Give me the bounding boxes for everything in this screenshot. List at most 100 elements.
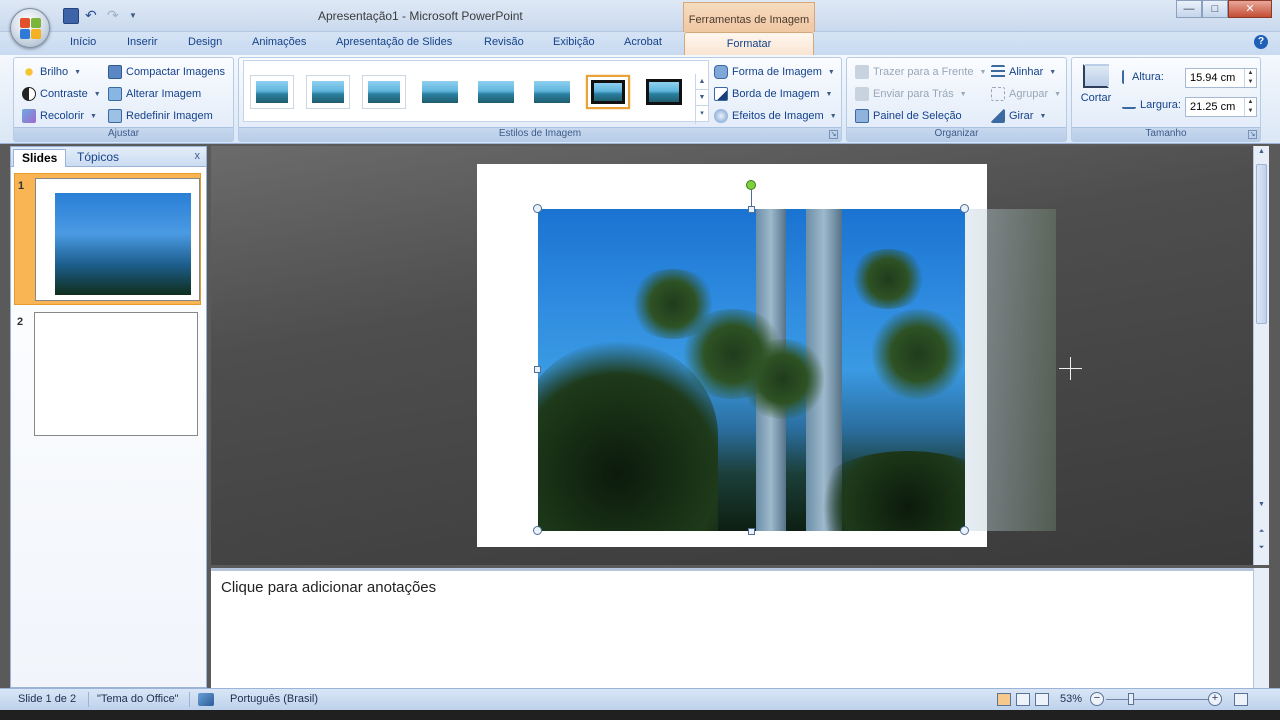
maximize-button[interactable]: □ bbox=[1202, 0, 1228, 18]
resize-handle-b[interactable] bbox=[748, 528, 755, 535]
borda-label: Borda de Imagem bbox=[732, 88, 820, 100]
picture-tools-context-title: Ferramentas de Imagem bbox=[683, 2, 815, 32]
tab-design[interactable]: Design bbox=[188, 36, 222, 48]
crop-icon bbox=[1083, 64, 1109, 88]
enviar-para-tras-button[interactable]: Enviar para Trás ▼ bbox=[855, 87, 967, 101]
language-indicator[interactable]: Português (Brasil) bbox=[230, 693, 318, 705]
slideshow-view-icon[interactable] bbox=[1035, 693, 1049, 706]
trazer-para-frente-button[interactable]: Trazer para a Frente ▼ bbox=[855, 65, 986, 79]
tab-inserir[interactable]: Inserir bbox=[127, 36, 158, 48]
zoom-slider[interactable] bbox=[1106, 699, 1212, 700]
tab-exibicao[interactable]: Exibição bbox=[553, 36, 595, 48]
forma-de-imagem-button[interactable]: Forma de Imagem ▼ bbox=[714, 65, 835, 79]
rotate-handle[interactable] bbox=[746, 180, 756, 190]
altura-input[interactable]: 15.94 cm ▲ ▼ bbox=[1185, 68, 1257, 88]
minimize-button[interactable]: — bbox=[1176, 0, 1202, 18]
resize-handle-br[interactable] bbox=[960, 526, 969, 535]
customize-qat-icon[interactable]: ▼ bbox=[129, 8, 145, 24]
slide-thumbnail-1-selected[interactable]: 1 bbox=[14, 173, 201, 305]
zoom-in-button[interactable]: + bbox=[1208, 692, 1222, 706]
painel-de-selecao-button[interactable]: Painel de Seleção bbox=[855, 109, 962, 123]
resize-handle-tl[interactable] bbox=[533, 204, 542, 213]
efeitos-de-imagem-button[interactable]: Efeitos de Imagem ▼ bbox=[714, 109, 837, 123]
undo-icon[interactable]: ↶ bbox=[85, 8, 101, 24]
fit-to-window-icon[interactable] bbox=[1234, 693, 1248, 706]
slide-number-2: 2 bbox=[17, 316, 24, 328]
next-slide-icon[interactable]: ⏷ bbox=[1254, 544, 1269, 552]
save-icon[interactable] bbox=[63, 8, 79, 24]
tab-slides[interactable]: Slides bbox=[13, 149, 67, 167]
help-icon[interactable]: ? bbox=[1254, 35, 1268, 49]
alterar-imagem-button[interactable]: Alterar Imagem bbox=[108, 87, 201, 101]
cortar-button[interactable]: Cortar bbox=[1076, 62, 1116, 114]
gallery-up-icon[interactable]: ▲ bbox=[696, 74, 708, 90]
agrupar-label: Agrupar bbox=[1009, 88, 1049, 100]
redo-icon[interactable]: ↷ bbox=[107, 8, 123, 24]
notes-pane[interactable]: Clique para adicionar anotações bbox=[211, 568, 1253, 688]
group-label-tamanho: Tamanho bbox=[1072, 127, 1260, 141]
close-button[interactable]: ✕ bbox=[1228, 0, 1272, 18]
borda-de-imagem-button[interactable]: Borda de Imagem ▼ bbox=[714, 87, 832, 101]
vertical-scrollbar[interactable]: ▲ ▼ ⏶ ⏷ bbox=[1253, 146, 1269, 565]
recolorir-button[interactable]: Recolorir ▼ bbox=[22, 109, 97, 123]
normal-view-icon[interactable] bbox=[997, 693, 1011, 706]
alinhar-button[interactable]: Alinhar ▼ bbox=[991, 65, 1056, 79]
group-tamanho: Cortar Altura: 15.94 cm ▲ ▼ Largura: 21.2… bbox=[1071, 57, 1261, 142]
girar-button[interactable]: Girar ▼ bbox=[991, 109, 1046, 123]
panel-close-icon[interactable]: x bbox=[195, 150, 201, 162]
largura-spinner[interactable]: ▲ ▼ bbox=[1244, 98, 1256, 116]
slide-sorter-view-icon[interactable] bbox=[1016, 693, 1030, 706]
style-thumb-6[interactable] bbox=[530, 75, 574, 109]
group-ajustar: Brilho ▼ Contraste ▼ Recolorir ▼ Compactar … bbox=[13, 57, 234, 142]
thumbnail-palm-image bbox=[55, 193, 191, 295]
tab-acrobat[interactable]: Acrobat bbox=[624, 36, 662, 48]
notes-placeholder[interactable]: Clique para adicionar anotações bbox=[221, 579, 436, 596]
gallery-down-icon[interactable]: ▼ bbox=[696, 90, 708, 106]
tab-animacoes[interactable]: Animações bbox=[252, 36, 306, 48]
style-thumb-7[interactable] bbox=[586, 75, 630, 109]
resize-handle-bl[interactable] bbox=[533, 526, 542, 535]
zoom-out-button[interactable]: − bbox=[1090, 692, 1104, 706]
picture-styles-gallery bbox=[243, 60, 709, 122]
previous-slide-icon[interactable]: ⏶ bbox=[1254, 528, 1269, 536]
notes-scrollbar[interactable] bbox=[1253, 568, 1269, 688]
resize-handle-tr[interactable] bbox=[960, 204, 969, 213]
picture-effects-icon bbox=[714, 109, 728, 123]
agrupar-button[interactable]: Agrupar ▼ bbox=[991, 87, 1061, 101]
contraste-button[interactable]: Contraste ▼ bbox=[22, 87, 101, 101]
scroll-down-icon[interactable]: ▼ bbox=[1254, 501, 1269, 508]
resize-handle-t[interactable] bbox=[748, 206, 755, 213]
tab-topicos[interactable]: Tópicos bbox=[69, 149, 127, 167]
style-thumb-2[interactable] bbox=[306, 75, 350, 109]
style-thumb-3[interactable] bbox=[362, 75, 406, 109]
palm-tree-picture[interactable] bbox=[538, 209, 965, 531]
compactar-imagens-button[interactable]: Compactar Imagens bbox=[108, 65, 225, 79]
gallery-more-icon[interactable]: ▾ bbox=[696, 106, 708, 122]
largura-input[interactable]: 21.25 cm ▲ ▼ bbox=[1185, 97, 1257, 117]
scroll-thumb[interactable] bbox=[1256, 164, 1267, 324]
scroll-up-icon[interactable]: ▲ bbox=[1254, 148, 1269, 155]
estilos-launcher-icon[interactable]: ↘ bbox=[829, 130, 838, 139]
style-thumb-5[interactable] bbox=[474, 75, 518, 109]
resize-handle-l[interactable] bbox=[534, 366, 541, 373]
brilho-button[interactable]: Brilho ▼ bbox=[22, 65, 81, 79]
slide-thumbnail-2[interactable] bbox=[34, 312, 198, 436]
office-button[interactable] bbox=[10, 8, 50, 48]
tab-revisao[interactable]: Revisão bbox=[484, 36, 524, 48]
spellcheck-icon[interactable] bbox=[198, 693, 214, 706]
style-thumb-1[interactable] bbox=[250, 75, 294, 109]
tab-apresentacao-de-slides[interactable]: Apresentação de Slides bbox=[336, 36, 452, 48]
tab-formatar[interactable]: Formatar bbox=[684, 32, 814, 55]
tamanho-launcher-icon[interactable]: ↘ bbox=[1248, 130, 1257, 139]
tab-inicio[interactable]: Início bbox=[70, 36, 96, 48]
crop-preview-overflow bbox=[965, 209, 1056, 531]
style-thumb-4[interactable] bbox=[418, 75, 462, 109]
cortar-label: Cortar bbox=[1080, 92, 1112, 104]
style-thumb-8[interactable] bbox=[642, 75, 686, 109]
zoom-slider-knob[interactable] bbox=[1128, 693, 1134, 705]
slide-editing-area[interactable] bbox=[211, 146, 1253, 565]
redefinir-imagem-button[interactable]: Redefinir Imagem bbox=[108, 109, 213, 123]
zoom-level[interactable]: 53% bbox=[1060, 693, 1082, 705]
compress-pictures-icon bbox=[108, 65, 122, 79]
altura-spinner[interactable]: ▲ ▼ bbox=[1244, 69, 1256, 87]
